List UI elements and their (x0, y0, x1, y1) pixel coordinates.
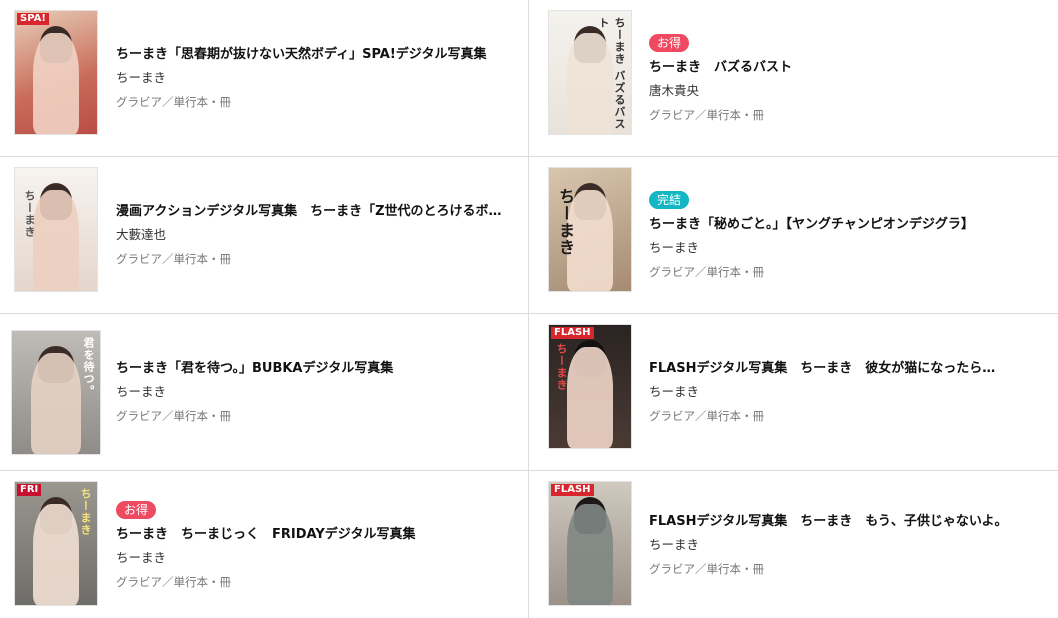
book-author[interactable]: ちーまき (649, 239, 1038, 257)
book-title[interactable]: 漫画アクションデジタル写真集 ちーまき「Z世代のとろけるボディ」 (116, 202, 508, 222)
book-author[interactable]: ちーまき (116, 69, 508, 87)
book-item[interactable]: 君を待つ。 ちーまき「君を待つ。」BUBKAデジタル写真集 ちーまき グラビア／… (0, 314, 529, 471)
book-info: ちーまき「思春期が抜けない天然ボディ」SPA!デジタル写真集 ちーまき グラビア… (116, 45, 508, 111)
cover-text: ちーまき (556, 188, 575, 256)
book-title[interactable]: FLASHデジタル写真集 ちーまき 彼女が猫になったら… (649, 359, 1038, 379)
book-title[interactable]: FLASHデジタル写真集 ちーまき もう、子供じゃないよ。 (649, 512, 1038, 532)
book-info: ちーまき「君を待つ。」BUBKAデジタル写真集 ちーまき グラビア／単行本・冊 (116, 359, 508, 425)
book-author[interactable]: ちーまき (116, 383, 508, 401)
book-category: グラビア／単行本・冊 (116, 252, 231, 266)
book-info: 完結 ちーまき「秘めごと。」【ヤングチャンピオンデジグラ】 ちーまき グラビア／… (649, 189, 1038, 281)
cover-text: 君を待つ。 (82, 337, 95, 397)
book-category: グラビア／単行本・冊 (116, 409, 231, 423)
book-info: FLASHデジタル写真集 ちーまき もう、子供じゃないよ。 ちーまき グラビア／… (649, 512, 1038, 578)
book-author[interactable]: ちーまき (116, 549, 508, 567)
book-cover[interactable]: ちーまき バズるバスト (548, 10, 632, 135)
book-title[interactable]: ちーまき バズるバスト (649, 58, 1038, 78)
sale-badge: お得 (649, 34, 690, 52)
book-item[interactable]: ちーまき 完結 ちーまき「秘めごと。」【ヤングチャンピオンデジグラ】 ちーまき … (529, 157, 1058, 314)
book-item[interactable]: FLASH FLASHデジタル写真集 ちーまき もう、子供じゃないよ。 ちーまき… (529, 471, 1058, 618)
cover-text: ちーまき バズるバスト (597, 17, 626, 130)
book-category: グラビア／単行本・冊 (649, 265, 764, 279)
book-item[interactable]: ちーまき バズるバスト お得 ちーまき バズるバスト 唐木貴央 グラビア／単行本… (529, 0, 1058, 157)
book-cover[interactable]: FRI ちーまき (14, 481, 98, 606)
book-info: 漫画アクションデジタル写真集 ちーまき「Z世代のとろけるボディ」 大藪達也 グラ… (116, 202, 508, 268)
book-info: お得 ちーまき バズるバスト 唐木貴央 グラビア／単行本・冊 (649, 32, 1038, 124)
book-author[interactable]: 唐木貴央 (649, 82, 1038, 100)
cover-text: ちーまき (79, 488, 92, 536)
book-item[interactable]: FLASH ちーまき FLASHデジタル写真集 ちーまき 彼女が猫になったら… … (529, 314, 1058, 471)
book-info: お得 ちーまき ちーまじっく FRIDAYデジタル写真集 ちーまき グラビア／単… (116, 499, 508, 591)
book-author[interactable]: 大藪達也 (116, 226, 508, 244)
cover-brand: FRI (17, 484, 42, 496)
book-title[interactable]: ちーまき「君を待つ。」BUBKAデジタル写真集 (116, 359, 508, 379)
book-category: グラビア／単行本・冊 (649, 409, 764, 423)
cover-text: ちーまき (23, 190, 36, 238)
book-category: グラビア／単行本・冊 (116, 574, 231, 589)
book-item[interactable]: ちーまき 漫画アクションデジタル写真集 ちーまき「Z世代のとろけるボディ」 大藪… (0, 157, 529, 314)
cover-text: ちーまき (555, 343, 568, 391)
book-cover[interactable]: SPA! (14, 10, 98, 135)
complete-badge: 完結 (649, 191, 690, 209)
book-info: FLASHデジタル写真集 ちーまき 彼女が猫になったら… ちーまき グラビア／単… (649, 359, 1038, 425)
book-author[interactable]: ちーまき (649, 383, 1038, 401)
book-list: SPA! ちーまき「思春期が抜けない天然ボディ」SPA!デジタル写真集 ちーまき… (0, 0, 1058, 618)
book-title[interactable]: ちーまき ちーまじっく FRIDAYデジタル写真集 (116, 525, 508, 545)
cover-brand: FLASH (551, 484, 594, 496)
book-item[interactable]: FRI ちーまき お得 ちーまき ちーまじっく FRIDAYデジタル写真集 ちー… (0, 471, 529, 618)
book-title[interactable]: ちーまき「思春期が抜けない天然ボディ」SPA!デジタル写真集 (116, 45, 508, 65)
book-category: グラビア／単行本・冊 (649, 108, 764, 122)
sale-badge: お得 (116, 500, 157, 519)
cover-brand: SPA! (17, 13, 49, 25)
book-category: グラビア／単行本・冊 (116, 95, 231, 109)
book-cover[interactable]: 君を待つ。 (11, 330, 101, 455)
book-item[interactable]: SPA! ちーまき「思春期が抜けない天然ボディ」SPA!デジタル写真集 ちーまき… (0, 0, 529, 157)
book-cover[interactable]: ちーまき (14, 167, 98, 292)
book-title[interactable]: ちーまき「秘めごと。」【ヤングチャンピオンデジグラ】 (649, 215, 1038, 235)
book-cover[interactable]: FLASH ちーまき (548, 324, 632, 449)
book-cover[interactable]: FLASH (548, 481, 632, 606)
cover-brand: FLASH (551, 327, 594, 339)
book-category: グラビア／単行本・冊 (649, 561, 764, 576)
book-author[interactable]: ちーまき (649, 536, 1038, 554)
book-cover[interactable]: ちーまき (548, 167, 632, 292)
